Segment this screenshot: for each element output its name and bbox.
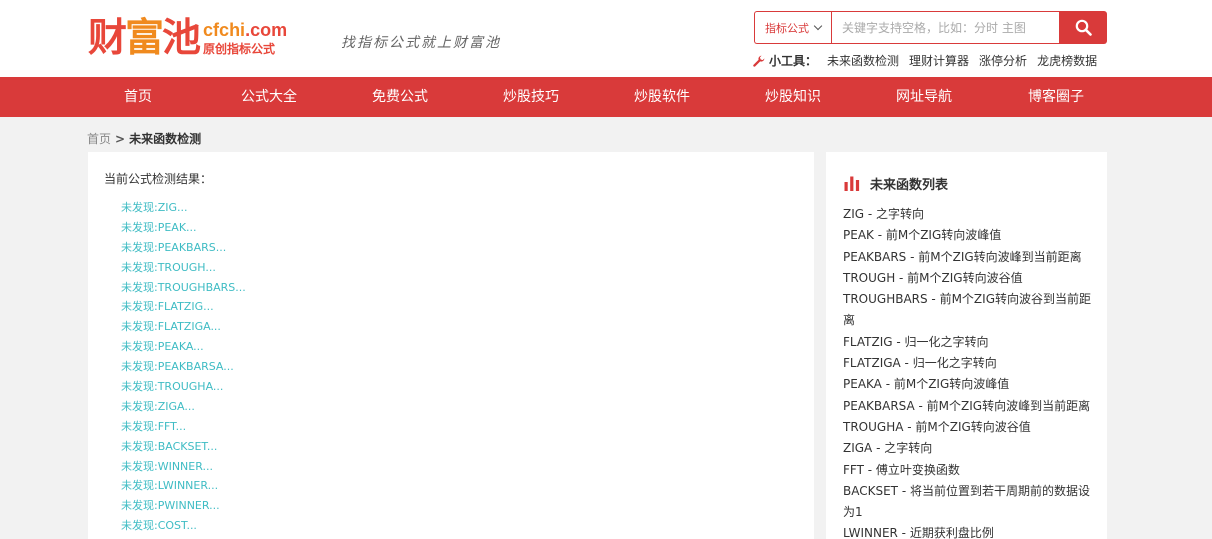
function-item[interactable]: TROUGH - 前M个ZIG转向波谷值 [843,268,1093,289]
breadcrumb-current: 未来函数检测 [129,132,202,146]
function-item[interactable]: TROUGHA - 前M个ZIG转向波谷值 [843,417,1093,438]
tool-link-limit-up[interactable]: 涨停分析 [979,52,1027,69]
result-item: 未发现:FLATZIGA... [121,320,221,334]
detection-result-panel: 当前公式检测结果： 未发现:ZIG... 未发现:PEAK... 未发现:PEA… [88,152,814,539]
tool-link-future-function[interactable]: 未来函数检测 [827,52,899,69]
result-title: 当前公式检测结果： [104,172,213,186]
future-function-sidebar: 未来函数列表 ZIG - 之字转向 PEAK - 前M个ZIG转向波峰值 PEA… [826,152,1107,539]
function-item[interactable]: LWINNER - 近期获利盘比例 [843,523,1093,539]
nav-item-knowledge[interactable]: 炒股知识 [765,77,821,117]
site-logo[interactable]: 财富池 cfchi.com 原创指标公式 [88,14,287,62]
wrench-icon [753,55,765,67]
function-item[interactable]: BACKSET - 将当前位置到若干周期前的数据设为1 [843,481,1093,524]
function-item[interactable]: TROUGHBARS - 前M个ZIG转向波谷到当前距离 [843,289,1093,332]
result-item: 未发现:COST... [121,519,197,533]
nav-item-software[interactable]: 炒股软件 [634,77,690,117]
nav-item-home[interactable]: 首页 [124,77,152,117]
site-slogan: 找指标公式就上财富池 [341,35,501,51]
function-item[interactable]: ZIG - 之字转向 [843,204,1093,225]
result-item: 未发现:TROUGHBARS... [121,280,246,294]
result-item: 未发现:FLATZIG... [121,300,214,314]
function-item[interactable]: PEAKBARS - 前M个ZIG转向波峰到当前距离 [843,247,1093,268]
result-item: 未发现:TROUGHA... [121,380,224,394]
breadcrumb-home[interactable]: 首页 [87,132,111,146]
nav-item-free-formulas[interactable]: 免费公式 [372,77,428,117]
result-item: 未发现:FFT... [121,419,187,433]
result-item: 未发现:WINNER... [121,459,213,473]
tool-link-finance-calculator[interactable]: 理财计算器 [909,52,969,69]
bar-chart-icon [844,176,860,191]
function-item[interactable]: PEAK - 前M个ZIG转向波峰值 [843,225,1093,246]
result-item: 未发现:PEAK... [121,220,197,234]
nav-item-directory[interactable]: 网址导航 [896,77,952,117]
tool-link-dragon-tiger[interactable]: 龙虎榜数据 [1037,52,1097,69]
function-item[interactable]: FFT - 傅立叶变换函数 [843,460,1093,481]
logo-chinese: 财富池 [88,15,201,61]
function-item[interactable]: PEAKA - 前M个ZIG转向波峰值 [843,374,1093,395]
function-item[interactable]: ZIGA - 之字转向 [843,438,1093,459]
function-item[interactable]: PEAKBARSA - 前M个ZIG转向波峰到当前距离 [843,396,1093,417]
result-item: 未发现:PEAKBARS... [121,240,227,254]
result-item: 未发现:TROUGH... [121,260,216,274]
function-list: ZIG - 之字转向 PEAK - 前M个ZIG转向波峰值 PEAKBARS -… [843,204,1093,539]
search-category-select[interactable]: 指标公式 [754,11,831,44]
nav-item-formulas[interactable]: 公式大全 [241,77,297,117]
nav-item-blog[interactable]: 博客圈子 [1028,77,1084,117]
result-list: 未发现:ZIG... 未发现:PEAK... 未发现:PEAKBARS... 未… [121,201,246,539]
chevron-down-icon [813,21,823,30]
function-item[interactable]: FLATZIG - 归一化之字转向 [843,332,1093,353]
result-item: 未发现:PWINNER... [121,499,220,513]
result-item: 未发现:LWINNER... [121,479,219,493]
search-icon [1075,19,1092,36]
tools-bar: 小工具： 未来函数检测 理财计算器 涨停分析 龙虎榜数据 [753,52,1107,69]
breadcrumb: 首页 > 未来函数检测 [87,130,201,147]
function-item[interactable]: FLATZIGA - 归一化之字转向 [843,353,1093,374]
nav-item-tips[interactable]: 炒股技巧 [503,77,559,117]
sidebar-title: 未来函数列表 [870,178,949,193]
tools-label: 小工具： [769,54,818,68]
search-button[interactable] [1060,11,1107,44]
search-category-label: 指标公式 [765,21,809,35]
result-item: 未发现:PEAKBARSA... [121,360,234,374]
logo-domain: cfchi.com [203,20,288,40]
result-item: 未发现:ZIG... [121,201,188,214]
site-header: 财富池 cfchi.com 原创指标公式 找指标公式就上财富池 指标公式 小工具… [0,0,1212,77]
result-item: 未发现:ZIGA... [121,399,195,413]
main-nav: 首页 公式大全 免费公式 炒股技巧 炒股软件 炒股知识 网址导航 博客圈子 [0,77,1212,117]
search-input[interactable] [831,11,1060,44]
result-item: 未发现:BACKSET... [121,439,218,453]
search-bar: 指标公式 [754,11,1107,44]
result-item: 未发现:PEAKA... [121,340,204,354]
breadcrumb-separator: > [115,132,126,146]
logo-subtitle: 原创指标公式 [203,42,276,56]
